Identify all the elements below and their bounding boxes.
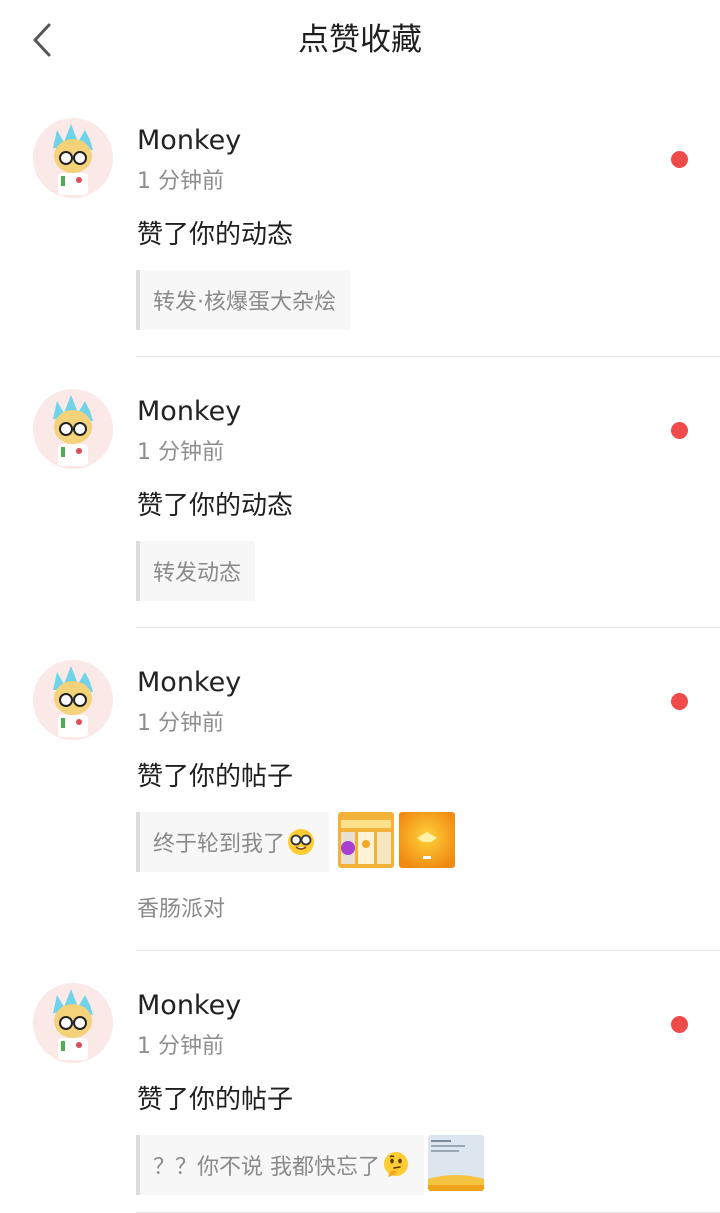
username[interactable]: Monkey: [137, 989, 241, 1023]
divider: [136, 627, 720, 628]
thumbnail-strip: [338, 812, 455, 868]
topic-tag[interactable]: 香肠派对: [137, 895, 225, 925]
unread-dot: [671, 151, 688, 168]
quoted-post[interactable]: 终于轮到我了: [136, 812, 330, 872]
timestamp: 1 分钟前: [137, 1034, 224, 1059]
avatar[interactable]: [33, 389, 113, 469]
action-text: 赞了你的帖子: [137, 1085, 294, 1115]
quoted-post[interactable]: 转发动态: [136, 541, 256, 601]
unread-dot: [671, 1016, 688, 1033]
timestamp: 1 分钟前: [137, 711, 224, 736]
game-screenshot-thumbnail[interactable]: [338, 812, 394, 868]
quoted-post[interactable]: 转发·核爆蛋大杂烩: [136, 270, 350, 330]
unread-dot: [671, 422, 688, 439]
thinking-face-emoji: [384, 1152, 408, 1177]
avatar[interactable]: [33, 660, 113, 740]
username[interactable]: Monkey: [137, 666, 241, 700]
divider: [136, 950, 720, 951]
quoted-post-text: 转发·核爆蛋大杂烩: [153, 290, 336, 315]
quoted-post-text: ？？你不说 我都快忘了: [153, 1155, 380, 1180]
unread-dot: [671, 693, 688, 710]
username[interactable]: Monkey: [137, 395, 241, 429]
screenshot-thumbnail[interactable]: [428, 1135, 484, 1191]
username[interactable]: Monkey: [137, 124, 241, 158]
thumbnail-strip: [428, 1135, 484, 1191]
divider: [136, 356, 720, 357]
avatar[interactable]: [33, 983, 113, 1063]
action-text: 赞了你的帖子: [137, 762, 294, 792]
orange-scene-thumbnail[interactable]: [399, 812, 455, 868]
action-text: 赞了你的动态: [137, 491, 294, 521]
quoted-post-text: 转发动态: [153, 561, 242, 586]
action-text: 赞了你的动态: [137, 220, 294, 250]
page-title: 点赞收藏: [298, 22, 422, 58]
timestamp: 1 分钟前: [137, 169, 224, 194]
quoted-post[interactable]: ？？你不说 我都快忘了: [136, 1135, 424, 1195]
nerd-face-emoji: [288, 829, 315, 855]
avatar[interactable]: [33, 118, 113, 198]
timestamp: 1 分钟前: [137, 440, 224, 465]
quoted-post-text: 终于轮到我了: [153, 832, 286, 857]
top-bar: 点赞收藏: [0, 0, 720, 80]
